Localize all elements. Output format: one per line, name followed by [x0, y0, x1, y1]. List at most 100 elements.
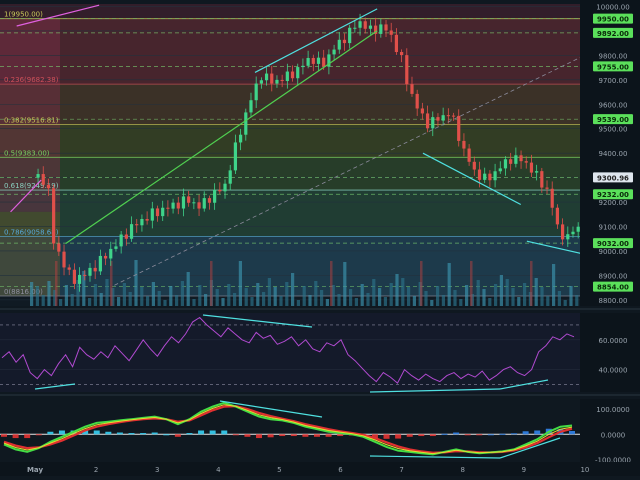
candle-body	[451, 115, 456, 117]
macd-histogram-bar	[406, 434, 413, 437]
volume-bar	[320, 290, 324, 306]
candle-body	[384, 24, 388, 31]
candle-body	[436, 117, 440, 121]
candle-body	[560, 224, 565, 240]
volume-bar	[447, 263, 451, 306]
volume-bar	[563, 300, 567, 306]
candle-body	[488, 173, 492, 181]
candle-body	[140, 219, 144, 226]
candle-body	[150, 208, 154, 221]
macd-histogram-bar	[93, 430, 100, 435]
volume-bar	[302, 286, 306, 306]
macd-histogram-bar	[418, 434, 425, 437]
macd-histogram-bar	[140, 433, 147, 435]
price-axis-tick: 8900.00	[599, 272, 628, 280]
volume-bar	[105, 279, 109, 306]
macd-axis-tick: 0.0000	[601, 431, 626, 439]
macd-histogram-bar	[1, 434, 7, 437]
macd-histogram-bar	[325, 434, 332, 437]
candle-body	[36, 174, 40, 178]
trading-chart[interactable]: 1(9950.00) 0.236(9682.38) 0.382(9516.81) 0.…	[0, 0, 640, 476]
price-tag-label: 9539.00	[597, 116, 629, 124]
candle-body	[394, 34, 399, 53]
volume-bar	[517, 297, 521, 306]
candle-body	[425, 113, 430, 129]
volume-bar	[366, 293, 370, 306]
fib-zone	[0, 18, 580, 85]
volume-bar	[93, 284, 97, 306]
price-tag-label: 9300.96	[597, 174, 629, 182]
volume-bar	[296, 300, 300, 306]
volume-bar	[198, 285, 202, 306]
price-tag-label: 9892.00	[597, 30, 629, 38]
price-axis-tick: 9000.00	[599, 248, 628, 256]
volume-bar	[59, 299, 63, 306]
macd-histogram-bar	[499, 433, 506, 435]
macd-histogram-bar	[24, 434, 31, 439]
macd-axis-tick: 100.0000	[596, 406, 629, 414]
candle-body	[462, 140, 466, 149]
candle-body	[477, 169, 482, 180]
candle-body	[405, 55, 409, 85]
volume-bar	[523, 283, 527, 306]
volume-bar	[151, 282, 155, 306]
volume-bar	[436, 286, 440, 306]
price-panel[interactable]: 1(9950.00) 0.236(9682.38) 0.382(9516.81) 0.…	[0, 0, 640, 306]
candle-body	[213, 189, 217, 203]
candle-body	[218, 189, 222, 192]
fib-label: 0.618(9249.19)	[4, 182, 59, 190]
volume-bar	[395, 274, 399, 306]
volume-bar	[192, 299, 196, 306]
macd-histogram-bar	[221, 430, 228, 435]
candle-body	[228, 170, 232, 184]
price-axis-tick: 8800.00	[599, 297, 628, 305]
macd-histogram-bar	[47, 431, 54, 435]
candle-body	[46, 184, 51, 189]
candle-body	[52, 188, 56, 244]
candle-body	[223, 183, 227, 192]
fib-zone	[0, 124, 580, 158]
macd-histogram-bar	[337, 434, 344, 437]
candle-body	[358, 21, 362, 28]
volume-bar	[250, 297, 254, 306]
candle-body	[431, 117, 435, 129]
volume-bar	[233, 293, 237, 306]
candle-body	[129, 224, 134, 239]
candle-body	[514, 155, 518, 164]
volume-bar	[546, 296, 550, 306]
volume-bar	[163, 300, 167, 306]
macd-histogram-bar	[487, 434, 494, 436]
candle-body	[78, 274, 82, 284]
price-axis-tick: 9100.00	[599, 224, 628, 232]
fib-label: 0.786(9058.68)	[4, 229, 59, 237]
volume-bar	[441, 295, 445, 306]
volume-bar	[424, 291, 428, 306]
candle-body	[540, 171, 544, 188]
volume-bar	[453, 290, 457, 306]
volume-bar	[575, 295, 579, 306]
chart-canvas[interactable]: 1(9950.00) 0.236(9682.38) 0.382(9516.81) 0.…	[0, 0, 640, 476]
volume-bar	[244, 288, 248, 306]
candle-body	[337, 39, 341, 50]
volume-bar	[140, 287, 144, 306]
candle-body	[41, 174, 45, 185]
macd-histogram-bar	[12, 434, 19, 439]
volume-spike	[530, 261, 533, 306]
volume-spike	[420, 261, 423, 306]
candle-body	[280, 79, 284, 82]
candle-body	[67, 267, 71, 270]
macd-histogram-bar	[441, 433, 448, 435]
candle-body	[239, 134, 243, 143]
macd-histogram-bar	[163, 434, 170, 436]
candle-body	[363, 21, 367, 29]
macd-histogram-bar	[174, 434, 181, 437]
candle-body	[197, 202, 201, 209]
price-axis-tick: 9200.00	[599, 199, 628, 207]
candle-body	[493, 171, 497, 181]
candle-body	[244, 112, 248, 135]
volume-bar	[227, 284, 231, 306]
rsi-panel[interactable]: 60.0000 40.0000	[0, 313, 640, 393]
volume-bar	[88, 298, 92, 306]
fib-label: 0.236(9682.38)	[4, 76, 59, 84]
volume-bar	[128, 292, 132, 306]
